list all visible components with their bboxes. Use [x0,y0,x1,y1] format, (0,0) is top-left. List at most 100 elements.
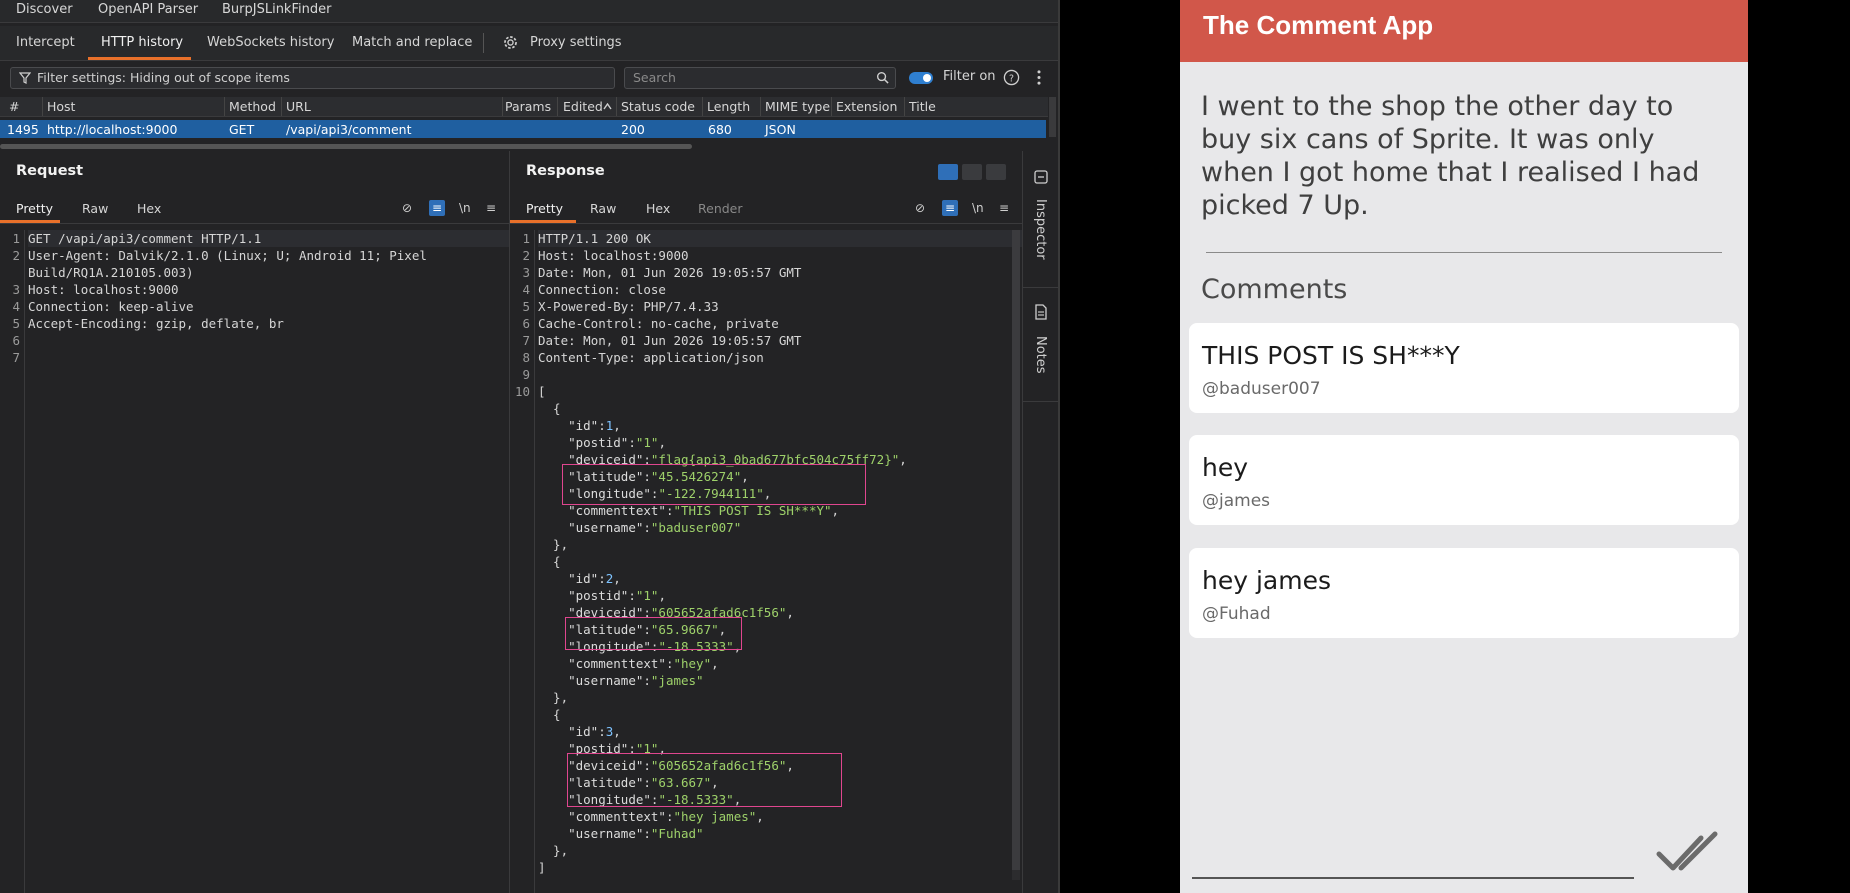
response-pane: Response Pretty Raw Hex Render ⊘ ≡ \n ≡ … [510,151,1022,893]
emulator-border [1748,0,1850,893]
column-extension[interactable]: Extension [836,99,897,114]
comment-card[interactable]: hey james @Fuhad [1189,548,1739,638]
menu-icon[interactable]: ≡ [999,201,1009,215]
line-number [510,604,534,621]
proxy-settings-button[interactable]: Proxy settings [530,35,622,50]
filter-bar: Filter settings: Hiding out of scope ite… [0,62,1058,94]
tab-intercept[interactable]: Intercept [16,35,75,50]
comment-card[interactable]: THIS POST IS SH***Y @baduser007 [1189,323,1739,413]
column-edited[interactable]: Edited [563,99,603,114]
hide-nonprintable-icon[interactable]: ⊘ [402,201,412,215]
line-number: 7 [12,350,20,365]
column-number[interactable]: # [9,99,19,114]
code-line: Connection: keep-alive [28,299,194,314]
burp-suite-window: Discover OpenAPI Parser BurpJSLinkFinder… [0,0,1058,893]
tab-discover[interactable]: Discover [16,0,73,20]
column-mime-type[interactable]: MIME type [765,99,830,114]
filter-toggle[interactable] [909,72,933,84]
line-number: 8 [522,350,530,365]
code-line: { [538,707,561,722]
newline-toggle-icon[interactable]: \n [972,201,984,215]
column-host[interactable]: Host [47,99,75,114]
vertical-scrollbar[interactable] [1049,97,1056,137]
double-check-send-icon[interactable] [1655,828,1725,878]
comment-username: @baduser007 [1202,379,1321,399]
table-row[interactable]: 1495 http://localhost:9000 GET /vapi/api… [0,120,1046,138]
code-line: "commenttext":"hey", [568,656,719,671]
hide-nonprintable-icon[interactable]: ⊘ [915,201,925,215]
more-options-icon[interactable] [1036,69,1042,86]
code-line: Host: localhost:9000 [538,248,689,263]
code-line: "id":1, [568,418,621,433]
inspector-tab[interactable]: Inspector [1033,199,1048,260]
column-params[interactable]: Params [505,99,551,114]
highlight-box [562,464,866,505]
code-line: [ [538,384,546,399]
notes-tab[interactable]: Notes [1033,336,1048,374]
column-url[interactable]: URL [286,99,311,114]
active-tab-underline [0,220,60,223]
comment-card[interactable]: hey @james [1189,435,1739,525]
tab-request-pretty[interactable]: Pretty [16,201,53,216]
gear-icon[interactable] [502,34,519,51]
line-number [510,740,534,757]
inspector-icon[interactable] [1033,169,1049,185]
tab-openapi-parser[interactable]: OpenAPI Parser [98,0,198,20]
active-tab-underline [510,220,576,223]
tab-request-raw[interactable]: Raw [82,201,108,216]
response-editor[interactable]: 1 2 3 4 5 6 7 8 9 10 HTTP/1.1 200 OK Host: localho… [510,230,1022,893]
tab-response-raw[interactable]: Raw [590,201,616,216]
post-text: I went to the shop the other day to buy … [1201,91,1700,221]
tab-burpjslinkfinder[interactable]: BurpJSLinkFinder [222,0,331,20]
comment-input[interactable] [1192,877,1634,879]
tab-websockets-history[interactable]: WebSockets history [207,35,334,50]
filter-on-label: Filter on [943,69,996,84]
layout-single-icon[interactable] [986,164,1006,180]
highlight-box [567,753,842,807]
line-number [510,536,534,553]
tab-response-render[interactable]: Render [698,201,743,216]
filter-settings-field[interactable]: Filter settings: Hiding out of scope ite… [10,67,615,89]
horizontal-scrollbar[interactable] [0,144,692,149]
code-line: Date: Mon, 01 Jun 2026 19:05:57 GMT [538,333,802,348]
line-number: 2 [522,248,530,263]
word-wrap-icon[interactable]: ≡ [942,200,958,216]
line-number [510,502,534,519]
extension-tab-bar: Discover OpenAPI Parser BurpJSLinkFinder [0,0,1058,23]
line-number [510,485,534,502]
request-view-tabs: Pretty Raw Hex ⊘ ≡ \n ≡ [0,193,509,224]
search-icon[interactable] [876,71,889,84]
column-length[interactable]: Length [707,99,750,114]
response-scrollbar[interactable] [1012,230,1020,880]
tab-http-history[interactable]: HTTP history [101,35,183,50]
code-line: Accept-Encoding: gzip, deflate, br [28,316,284,331]
tab-response-hex[interactable]: Hex [646,201,670,216]
line-number [510,825,534,842]
column-status-code[interactable]: Status code [621,99,695,114]
tab-match-and-replace[interactable]: Match and replace [352,35,472,50]
newline-toggle-icon[interactable]: \n [459,201,471,215]
column-method[interactable]: Method [229,99,276,114]
sort-ascending-icon[interactable] [603,103,612,110]
line-number [510,859,534,876]
code-line: { [538,401,561,416]
line-number [510,587,534,604]
tab-request-hex[interactable]: Hex [137,201,161,216]
word-wrap-icon[interactable]: ≡ [429,200,445,216]
tab-response-pretty[interactable]: Pretty [526,201,563,216]
layout-horizontal-icon[interactable] [962,164,982,180]
line-number [510,434,534,451]
code-line: GET /vapi/api3/comment HTTP/1.1 [28,230,509,247]
notes-icon[interactable] [1033,304,1049,320]
row-host: http://localhost:9000 [47,122,178,137]
layout-split-icon[interactable] [938,164,958,180]
line-number [510,723,534,740]
column-title[interactable]: Title [909,99,936,114]
search-input[interactable]: Search [624,67,896,89]
menu-icon[interactable]: ≡ [486,201,496,215]
help-icon[interactable]: ? [1003,69,1020,86]
line-number: 5 [12,316,20,331]
request-editor[interactable]: 1 2 3 4 5 6 7 GET /vapi/api3/comment HTTP/1.1 U… [0,230,509,893]
line-number [510,570,534,587]
